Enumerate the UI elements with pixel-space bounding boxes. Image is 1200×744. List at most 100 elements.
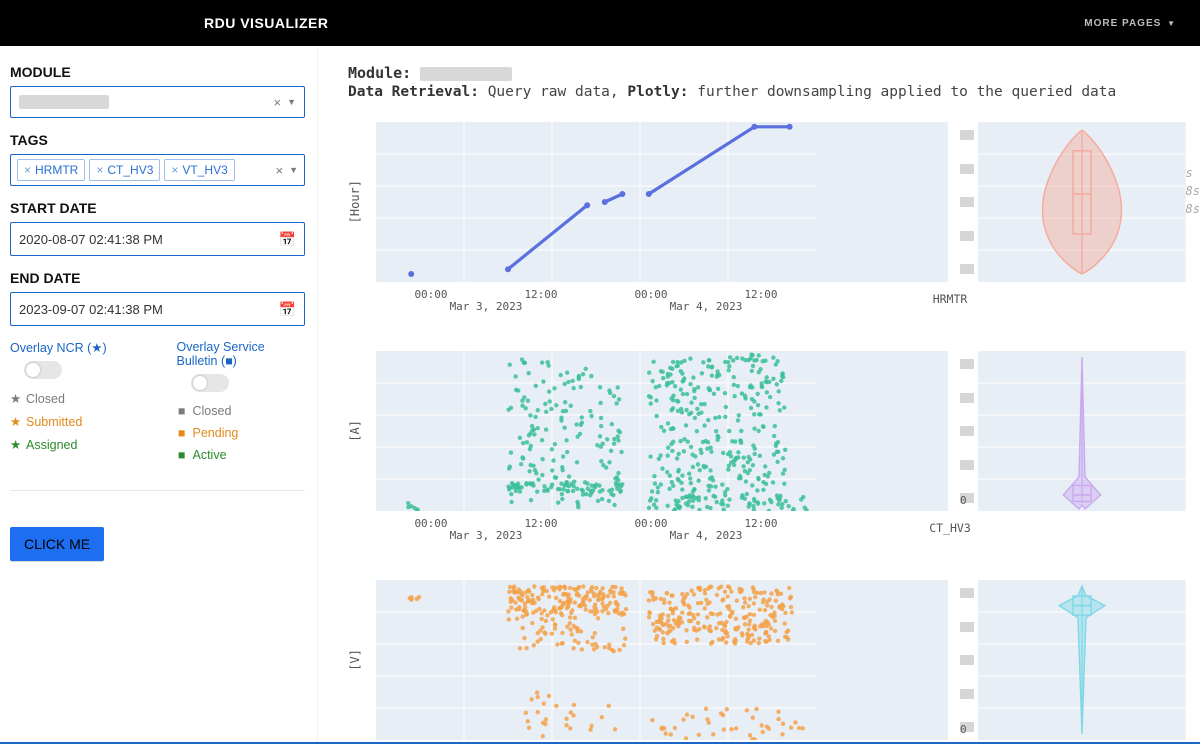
chevron-down-icon: ▼ — [287, 97, 296, 107]
chevron-down-icon: ▼ — [1167, 19, 1176, 28]
calendar-icon: 📅 — [279, 231, 296, 248]
legend-label: Assigned — [26, 438, 77, 452]
x-tick: 00:00 — [414, 288, 447, 301]
overlay-ncr-column: Overlay NCR (★) ★ Closed ★ Submitted ★ Assign… — [10, 340, 139, 470]
module-header: Module: — [348, 64, 1186, 82]
legend-symbol: ★ — [10, 414, 20, 429]
start-date-input[interactable]: 2020-08-07 02:41:38 PM 📅 — [10, 222, 305, 256]
chart-row: [V]VT_HV3 (Combined Stack Voltage)00 — [348, 580, 1186, 740]
legend-item: ★ Submitted — [10, 414, 139, 429]
dr-text1: Query raw data, — [488, 84, 619, 100]
overlay-sb-column: Overlay Service Bulletin (■) ■ Closed ■ Pen… — [177, 340, 306, 470]
y-axis-label: [Hour] — [348, 180, 370, 223]
legend-label: Submitted — [26, 415, 82, 429]
module-label: MODULE — [10, 64, 305, 80]
overlay-sb-label: Overlay Service Bulletin (■) — [177, 340, 306, 368]
legend-label: Closed — [193, 404, 232, 418]
overlay-ncr-label: Overlay NCR (★) — [10, 340, 139, 355]
violin-panel[interactable] — [978, 122, 1186, 282]
x-axis-ticks: 00:0012:0000:0012:00Mar 3, 2023Mar 4, 20… — [348, 288, 1186, 313]
legend-label: Pending — [193, 426, 239, 440]
module-clear-icon[interactable]: × — [273, 95, 281, 110]
calendar-icon: 📅 — [279, 301, 296, 318]
more-pages-label: MORE PAGES — [1084, 18, 1161, 29]
tags-multiselect[interactable]: × HRMTR × CT_HV3 × VT_HV3 × ▼ — [10, 154, 305, 186]
end-date-label: END DATE — [10, 270, 305, 286]
y-grid-marks — [960, 359, 974, 503]
timeseries-panel[interactable]: VT_HV3 (Combined Stack Voltage)0 — [376, 580, 948, 740]
y-tick-zero: 0 — [960, 723, 967, 736]
chart-row: [A]CT_HV3 (HV Current)00 — [348, 351, 1186, 511]
module-select[interactable]: × ▼ — [10, 86, 305, 118]
legend-label: Closed — [26, 392, 65, 406]
timeseries-panel[interactable]: HRMTR (Hourmeter) — [376, 122, 948, 282]
legend-item: ■ Active — [177, 448, 306, 462]
y-axis-label: [V] — [348, 649, 370, 671]
x-tick: 12:00 — [524, 517, 557, 530]
chevron-down-icon: ▼ — [289, 165, 298, 175]
x-date: Mar 4, 2023 — [670, 300, 743, 313]
x-axis-ticks: 00:0012:0000:0012:00Mar 3, 2023Mar 4, 20… — [348, 517, 1186, 542]
app-title: RDU VISUALIZER — [204, 15, 328, 31]
tag-chip[interactable]: × HRMTR — [17, 159, 85, 181]
more-pages-menu[interactable]: MORE PAGES ▼ — [1084, 18, 1176, 29]
x-date: Mar 3, 2023 — [450, 529, 523, 542]
y-tick-zero: 0 — [960, 494, 967, 507]
tag-remove-icon[interactable]: × — [24, 163, 31, 177]
x-tick: 00:00 — [414, 517, 447, 530]
chart-row: [Hour] HRMTR (Hourmeter) — [348, 122, 1186, 282]
overlay-ncr-toggle[interactable] — [24, 361, 62, 379]
tag-chip-label: VT_HV3 — [182, 163, 227, 177]
dr-label: Data Retrieval: — [348, 84, 479, 100]
tag-chip-label: HRMTR — [35, 163, 78, 177]
main-content: Module: Data Retrieval: Query raw data, … — [318, 46, 1200, 744]
x-tick: 12:00 — [524, 288, 557, 301]
x-tick: 00:00 — [634, 517, 667, 530]
topbar: RDU VISUALIZER MORE PAGES ▼ — [0, 0, 1200, 46]
start-date-label: START DATE — [10, 200, 305, 216]
violin-label: HRMTR — [846, 292, 1054, 313]
x-tick: 00:00 — [634, 288, 667, 301]
tag-remove-icon[interactable]: × — [171, 163, 178, 177]
module-header-prefix: Module: — [348, 64, 411, 82]
y-grid-marks — [960, 588, 974, 732]
tag-remove-icon[interactable]: × — [96, 163, 103, 177]
x-tick: 12:00 — [744, 517, 777, 530]
data-retrieval-header: Data Retrieval: Query raw data, Plotly: … — [348, 84, 1186, 100]
tag-chip[interactable]: × CT_HV3 — [89, 159, 160, 181]
submit-button[interactable]: CLICK ME — [10, 527, 104, 561]
legend-item: ■ Pending — [177, 426, 306, 440]
divider — [10, 490, 305, 491]
tag-chip-label: CT_HV3 — [107, 163, 153, 177]
legend-symbol: ■ — [177, 426, 187, 440]
legend-item: ★ Closed — [10, 391, 139, 406]
legend-symbol: ★ — [10, 391, 20, 406]
violin-label: CT_HV3 — [846, 521, 1054, 542]
y-grid-marks — [960, 130, 974, 274]
legend-symbol: ■ — [177, 448, 187, 462]
timeseries-panel[interactable]: CT_HV3 (HV Current)0 — [376, 351, 948, 511]
start-date-value: 2020-08-07 02:41:38 PM — [19, 232, 163, 247]
module-placeholder — [19, 95, 109, 109]
end-date-input[interactable]: 2023-09-07 02:41:38 PM 📅 — [10, 292, 305, 326]
overlay-sb-toggle[interactable] — [191, 374, 229, 392]
legend-symbol: ■ — [177, 404, 187, 418]
dr-text2: further downsampling applied to the quer… — [697, 84, 1116, 100]
legend-item: ■ Closed — [177, 404, 306, 418]
x-date: Mar 4, 2023 — [670, 529, 743, 542]
tags-label: TAGS — [10, 132, 305, 148]
sidebar: MODULE × ▼ TAGS ×HRMTR×CT_HV3×VT_HV3× ▼ … — [0, 46, 318, 744]
legend-label: Active — [193, 448, 227, 462]
plotly-label: Plotly: — [627, 84, 688, 100]
violin-panel[interactable]: 0 — [978, 351, 1186, 511]
module-header-placeholder — [420, 67, 512, 81]
x-tick: 12:00 — [744, 288, 777, 301]
tags-clear-icon[interactable]: × — [275, 163, 283, 178]
tag-chip[interactable]: × VT_HV3 — [164, 159, 234, 181]
legend-item: ★ Assigned — [10, 437, 139, 452]
x-date: Mar 3, 2023 — [450, 300, 523, 313]
legend-symbol: ★ — [10, 437, 20, 452]
violin-panel[interactable]: 0 — [978, 580, 1186, 740]
end-date-value: 2023-09-07 02:41:38 PM — [19, 302, 163, 317]
y-axis-label: [A] — [348, 420, 370, 442]
